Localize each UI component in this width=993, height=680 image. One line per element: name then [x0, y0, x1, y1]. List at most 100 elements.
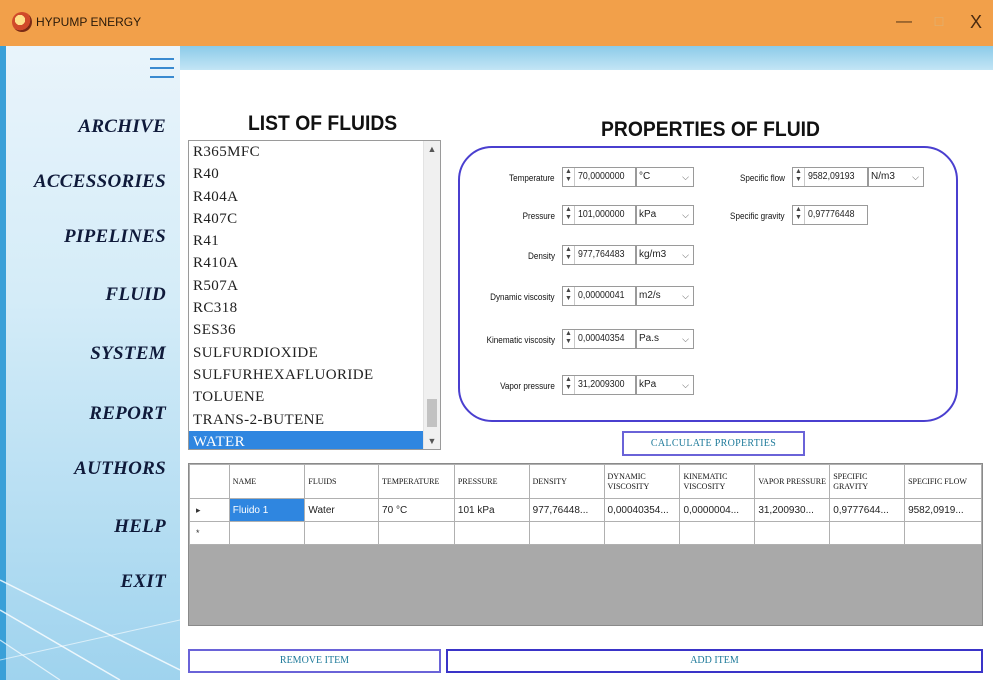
- column-header[interactable]: FLUIDS: [304, 464, 380, 499]
- decorative-lines: [0, 579, 180, 680]
- column-header[interactable]: SPECIFIC GRAVITY: [829, 464, 906, 499]
- app-window: HYPUMP ENERGY — ☐ X ARCHIVE ACCESSORIES …: [0, 0, 993, 680]
- fluid-list-item[interactable]: R507A: [189, 275, 440, 297]
- table-header-row: NAME FLUIDS TEMPERATURE PRESSURE DENSITY…: [189, 464, 982, 499]
- fluid-list-item[interactable]: R40: [189, 163, 440, 185]
- remove-item-button[interactable]: REMOVE ITEM: [188, 649, 441, 673]
- column-header[interactable]: VAPOR PRESSURE: [754, 464, 831, 499]
- sidebar-item-system[interactable]: SYSTEM: [90, 343, 166, 365]
- table-cell[interactable]: 977,76448...: [528, 498, 605, 522]
- column-header[interactable]: NAME: [228, 464, 306, 499]
- vapor-pressure-label: Vapor pressure: [500, 381, 555, 391]
- pressure-input[interactable]: ▲ ▼ 101,000000: [562, 205, 636, 225]
- spinner-icon[interactable]: ▲ ▼: [563, 168, 575, 186]
- column-header[interactable]: KINEMATIC VISCOSITY: [679, 464, 756, 499]
- pressure-unit-select[interactable]: kPa ⌵: [636, 205, 694, 225]
- sidebar-item-fluid[interactable]: FLUID: [105, 284, 166, 306]
- table-cell[interactable]: Water: [304, 498, 380, 522]
- temperature-unit-select[interactable]: °C ⌵: [636, 167, 694, 187]
- specific-gravity-input[interactable]: ▲ ▼ 0,97776448: [792, 205, 868, 225]
- kinematic-viscosity-unit-select[interactable]: Pa.s ⌵: [636, 329, 694, 349]
- dynamic-viscosity-input[interactable]: ▲ ▼ 0,00000041: [562, 286, 636, 306]
- table-new-row[interactable]: *: [189, 521, 982, 545]
- fluid-list-item[interactable]: SULFURDIOXIDE: [189, 342, 440, 364]
- table-cell[interactable]: 0,9777644...: [829, 498, 906, 522]
- sidebar-item-authors[interactable]: AUTHORS: [74, 458, 166, 480]
- fluid-list-item-selected[interactable]: WATER: [189, 430, 440, 449]
- table-cell[interactable]: [228, 521, 306, 545]
- fluid-listbox[interactable]: R365MFC R40 R404A R407C R41 R410A R507A …: [188, 140, 441, 450]
- fluid-list-item[interactable]: TOLUENE: [189, 386, 440, 408]
- dynamic-viscosity-unit-select[interactable]: m2/s ⌵: [636, 286, 694, 306]
- column-header[interactable]: PRESSURE: [453, 464, 530, 499]
- sidebar-item-pipelines[interactable]: PIPELINES: [64, 226, 166, 248]
- spinner-icon[interactable]: ▲ ▼: [563, 330, 575, 348]
- chevron-down-icon: ⌵: [912, 172, 919, 182]
- table-cell[interactable]: [904, 521, 982, 545]
- spinner-icon[interactable]: ▲ ▼: [793, 206, 805, 224]
- table-cell[interactable]: [304, 521, 380, 545]
- table-cell[interactable]: [679, 521, 756, 545]
- new-row-icon[interactable]: *: [189, 521, 230, 545]
- column-header[interactable]: DYNAMIC VISCOSITY: [603, 464, 681, 499]
- close-button[interactable]: X: [964, 10, 988, 34]
- scroll-thumb[interactable]: [427, 399, 437, 427]
- list-scrollbar[interactable]: ▲ ▼: [423, 141, 440, 449]
- fluid-list-item[interactable]: SULFURHEXAFLUORIDE: [189, 364, 440, 386]
- fluid-list-item[interactable]: R410A: [189, 252, 440, 274]
- scroll-down-icon[interactable]: ▼: [424, 433, 440, 449]
- table-cell[interactable]: [603, 521, 681, 545]
- column-header[interactable]: TEMPERATURE: [378, 464, 455, 499]
- table-cell[interactable]: 31,200930...: [754, 498, 831, 522]
- spinner-icon[interactable]: ▲ ▼: [793, 168, 805, 186]
- table-cell[interactable]: [829, 521, 906, 545]
- vapor-pressure-input[interactable]: ▲ ▼ 31,2009300: [562, 375, 636, 395]
- minimize-button[interactable]: —: [892, 10, 916, 34]
- kinematic-viscosity-input[interactable]: ▲ ▼ 0,00040354: [562, 329, 636, 349]
- maximize-button[interactable]: ☐: [927, 10, 951, 34]
- fluid-list-item[interactable]: SES36: [189, 319, 440, 341]
- spinner-icon[interactable]: ▲ ▼: [563, 287, 575, 305]
- calculate-properties-button[interactable]: CALCULATE PROPERTIES: [622, 431, 805, 456]
- sidebar-item-report[interactable]: REPORT: [89, 403, 166, 425]
- density-unit-select[interactable]: kg/m3 ⌵: [636, 245, 694, 265]
- fluid-list-item[interactable]: RC318: [189, 297, 440, 319]
- row-selector-icon[interactable]: ▸: [189, 498, 230, 522]
- fluid-list-item[interactable]: R365MFC: [189, 141, 440, 163]
- table-cell[interactable]: 0,00040354...: [603, 498, 681, 522]
- fluid-list-item[interactable]: TRANS-2-BUTENE: [189, 409, 440, 431]
- table-cell[interactable]: [453, 521, 530, 545]
- chevron-down-icon: ⌵: [682, 291, 689, 301]
- results-table[interactable]: NAME FLUIDS TEMPERATURE PRESSURE DENSITY…: [188, 463, 983, 626]
- table-cell[interactable]: 0,0000004...: [679, 498, 756, 522]
- table-cell[interactable]: 9582,0919...: [904, 498, 982, 522]
- fluid-list-item[interactable]: R404A: [189, 186, 440, 208]
- sidebar-item-accessories[interactable]: ACCESSORIES: [34, 171, 166, 193]
- table-cell[interactable]: 101 kPa: [453, 498, 530, 522]
- temperature-input[interactable]: ▲ ▼ 70,0000000: [562, 167, 636, 187]
- column-header[interactable]: SPECIFIC FLOW: [904, 464, 982, 499]
- sidebar-item-archive[interactable]: ARCHIVE: [78, 116, 166, 138]
- spinner-icon[interactable]: ▲ ▼: [563, 376, 575, 394]
- scroll-up-icon[interactable]: ▲: [424, 141, 440, 157]
- table-row[interactable]: ▸ Fluido 1 Water 70 °C 101 kPa 977,76448…: [189, 498, 982, 522]
- menu-icon[interactable]: [150, 56, 174, 80]
- spinner-icon[interactable]: ▲ ▼: [563, 206, 575, 224]
- density-input[interactable]: ▲ ▼ 977,764483: [562, 245, 636, 265]
- spinner-icon[interactable]: ▲ ▼: [563, 246, 575, 264]
- table-cell[interactable]: [528, 521, 605, 545]
- table-cell[interactable]: [378, 521, 455, 545]
- column-header[interactable]: DENSITY: [528, 464, 605, 499]
- density-label: Density: [527, 251, 555, 261]
- vapor-pressure-unit-select[interactable]: kPa ⌵: [636, 375, 694, 395]
- table-cell[interactable]: 70 °C: [378, 498, 455, 522]
- specific-flow-unit-select[interactable]: N/m3 ⌵: [868, 167, 924, 187]
- sidebar-item-help[interactable]: HELP: [114, 516, 166, 538]
- add-item-button[interactable]: ADD ITEM: [446, 649, 983, 673]
- specific-flow-input[interactable]: ▲ ▼ 9582,09193: [792, 167, 868, 187]
- fluid-list-item[interactable]: R407C: [189, 208, 440, 230]
- kinematic-viscosity-label: Kinematic viscosity: [486, 335, 555, 345]
- table-cell-name[interactable]: Fluido 1: [228, 498, 306, 522]
- fluid-list-item[interactable]: R41: [189, 230, 440, 252]
- table-cell[interactable]: [754, 521, 831, 545]
